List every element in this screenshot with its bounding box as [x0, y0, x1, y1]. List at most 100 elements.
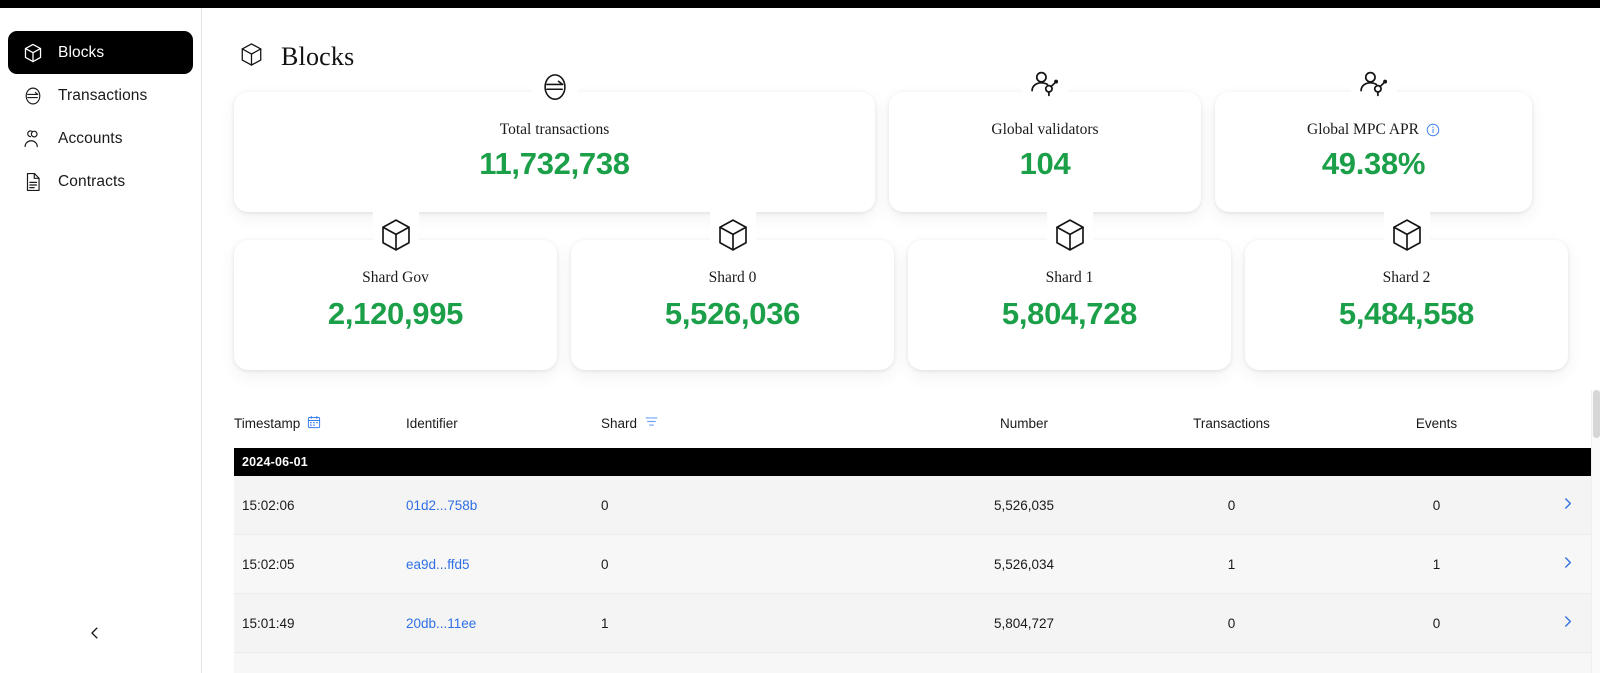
shard-card-1: Shard 1 5,804,728 [908, 212, 1231, 370]
sidebar-item-transactions[interactable]: Transactions [8, 74, 193, 117]
validator-icon [1350, 64, 1397, 110]
filter-icon[interactable] [644, 414, 659, 432]
stat-card-global-mpc-apr: Global MPC APR 49.38% [1215, 64, 1532, 212]
cell-number: 5,804,726 [919, 652, 1129, 673]
sidebar-item-accounts[interactable]: Accounts [8, 117, 193, 160]
cell-timestamp: 15:02:05 [234, 534, 406, 594]
shard-card-label: Shard 0 [571, 270, 894, 286]
shard-card-label: Shard Gov [234, 270, 557, 286]
stat-card-label-text: Total transactions [499, 121, 610, 138]
chevron-right-icon[interactable] [1559, 554, 1576, 571]
cell-shard: 1 [601, 652, 919, 673]
main-content: Blocks Total transactions 11,732,738 Glo… [202, 8, 1600, 673]
stat-card-label-text: Global validators [991, 121, 1099, 138]
identifier-link[interactable]: ea9d...ffd5 [406, 557, 470, 572]
column-header-events[interactable]: Events [1334, 404, 1539, 448]
cube-icon [1383, 212, 1430, 258]
cell-row-action[interactable] [1539, 534, 1596, 594]
column-header-label: Events [1415, 415, 1458, 431]
shard-card-value: 5,804,728 [1001, 295, 1138, 331]
column-header-label: Identifier [406, 415, 458, 431]
cell-row-action[interactable] [1539, 652, 1596, 673]
column-header-label: Shard [601, 415, 638, 431]
stat-card-total-transactions: Total transactions 11,732,738 [234, 64, 875, 212]
cell-timestamp: 15:01:49 [234, 593, 406, 653]
column-header-identifier[interactable]: Identifier [406, 404, 601, 448]
shard-card-value: 5,484,558 [1338, 295, 1475, 331]
table-row[interactable]: 15:01:49 20db...11ee 1 5,804,727 0 0 [234, 593, 1596, 653]
cell-identifier: 0301...01ff [406, 652, 601, 673]
scrollbar-thumb[interactable] [1593, 390, 1600, 438]
cell-identifier: ea9d...ffd5 [406, 534, 601, 594]
stat-card-label-text: Global MPC APR [1307, 121, 1419, 138]
stat-card-value: 11,732,738 [479, 145, 630, 181]
cell-events: 0 [1334, 476, 1539, 535]
sidebar-item-label: Blocks [58, 43, 105, 61]
shard-card-0: Shard 0 5,526,036 [571, 212, 894, 370]
cell-shard: 0 [601, 476, 919, 535]
transactions-icon [531, 64, 578, 110]
shard-card-label-text: Shard 0 [708, 269, 757, 286]
cube-icon [372, 212, 419, 258]
sidebar-item-label: Transactions [58, 86, 148, 104]
column-header-spacer [1539, 404, 1596, 448]
app-shell: Blocks Transactions Accounts Contracts B… [0, 8, 1600, 673]
cube-icon [22, 42, 44, 64]
cell-row-action[interactable] [1539, 476, 1596, 535]
chevron-right-icon[interactable] [1559, 495, 1576, 512]
column-header-number[interactable]: Number [919, 404, 1129, 448]
sidebar-item-label: Accounts [58, 129, 123, 147]
table-row[interactable]: 15:02:06 01d2...758b 0 5,526,035 0 0 [234, 476, 1596, 535]
cell-identifier: 20db...11ee [406, 593, 601, 653]
shard-card-value: 5,526,036 [664, 295, 801, 331]
table-row[interactable]: 15:01:48 0301...01ff 1 5,804,726 0 0 [234, 652, 1596, 673]
blocks-table: Timestamp Identifier Shard Number Transa… [234, 404, 1596, 673]
column-header-shard[interactable]: Shard [601, 404, 919, 448]
cell-number: 5,526,035 [919, 476, 1129, 535]
page-title: Blocks [281, 42, 355, 71]
cell-events: 0 [1334, 593, 1539, 653]
cell-transactions: 0 [1129, 476, 1334, 535]
shard-card-2: Shard 2 5,484,558 [1245, 212, 1568, 370]
stat-card-value: 104 [1019, 145, 1071, 181]
column-header-label: Transactions [1193, 415, 1270, 431]
identifier-link[interactable]: 20db...11ee [406, 616, 476, 631]
shard-card-gov: Shard Gov 2,120,995 [234, 212, 557, 370]
identifier-link[interactable]: 01d2...758b [406, 498, 477, 513]
cell-shard: 0 [601, 534, 919, 594]
stat-card-label: Global MPC APR [1215, 122, 1532, 138]
sidebar-item-contracts[interactable]: Contracts [8, 160, 193, 203]
calendar-icon[interactable] [307, 415, 321, 432]
column-header-transactions[interactable]: Transactions [1129, 404, 1334, 448]
cell-row-action[interactable] [1539, 593, 1596, 653]
cell-timestamp: 15:02:06 [234, 476, 406, 535]
cube-icon [1046, 212, 1093, 258]
table-row[interactable]: 15:02:05 ea9d...ffd5 0 5,526,034 1 1 [234, 534, 1596, 594]
date-divider-row: 2024-06-01 [234, 448, 1596, 476]
top-black-bar [0, 0, 1600, 8]
info-circle-icon[interactable] [1426, 123, 1440, 137]
cube-icon [238, 41, 265, 73]
sidebar-collapse-button[interactable] [80, 620, 110, 650]
contract-document-icon [22, 171, 44, 193]
chevron-right-icon[interactable] [1559, 613, 1576, 630]
date-divider-label: 2024-06-01 [234, 448, 1596, 476]
shard-card-label-text: Shard Gov [362, 269, 429, 286]
chevron-left-icon [86, 624, 104, 647]
cell-number: 5,526,034 [919, 534, 1129, 594]
validator-icon [1022, 64, 1068, 110]
shard-card-label: Shard 2 [1245, 270, 1568, 286]
sidebar-item-blocks[interactable]: Blocks [8, 31, 193, 74]
vertical-scrollbar[interactable] [1591, 390, 1600, 673]
cell-events: 0 [1334, 652, 1539, 673]
table-header: Timestamp Identifier Shard Number Transa… [234, 404, 1596, 448]
column-header-timestamp[interactable]: Timestamp [234, 404, 406, 448]
column-header-label: Number [999, 415, 1048, 431]
cell-number: 5,804,727 [919, 593, 1129, 653]
shard-card-row: Shard Gov 2,120,995 Shard 0 5,526,036 Sh… [202, 212, 1600, 370]
stat-card-label: Total transactions [234, 122, 875, 138]
transactions-icon [22, 85, 44, 107]
stat-card-global-validators: Global validators 104 [889, 64, 1201, 212]
cell-transactions: 1 [1129, 534, 1334, 594]
blocks-table-container: Timestamp Identifier Shard Number Transa… [202, 404, 1600, 673]
